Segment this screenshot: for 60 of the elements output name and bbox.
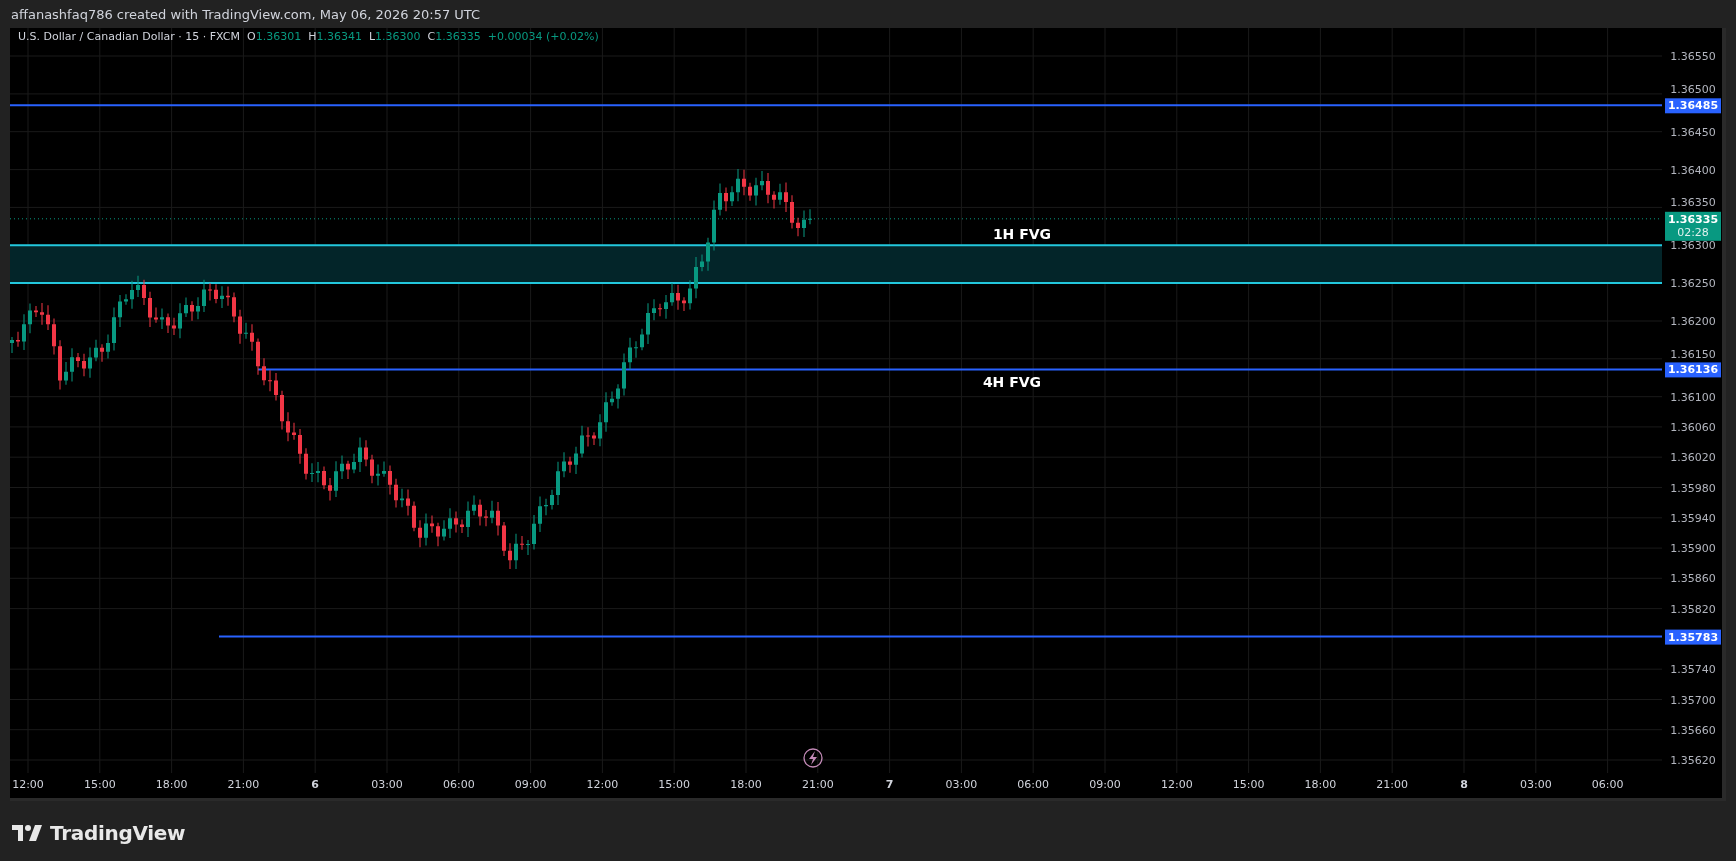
symbol-title: U.S. Dollar / Canadian Dollar · 15 · FXCM — [18, 30, 240, 43]
price-change: +0.00034 (+0.02%) — [487, 30, 599, 43]
time-tick-label: 21:00 — [1376, 778, 1409, 791]
ohlc-value: H1.36341 — [308, 30, 362, 43]
price-tick-label: 1.35980 — [1670, 481, 1716, 495]
price-tick-label: 1.36060 — [1670, 420, 1716, 434]
brand-name: TradingView — [50, 821, 186, 845]
price-tick-label: 1.36100 — [1670, 390, 1716, 404]
price-tick-label: 1.36400 — [1670, 163, 1716, 177]
time-tick-label: 09:00 — [1089, 778, 1121, 791]
price-tick-label: 1.35620 — [1670, 754, 1716, 767]
time-tick-label: 21:00 — [801, 778, 834, 791]
ohlc-value: O1.36301 — [246, 30, 302, 43]
price-tag: 1.36485 — [1665, 98, 1721, 114]
time-tick-label: 06:00 — [1017, 778, 1050, 791]
price-tick-label: 1.36200 — [1670, 315, 1716, 328]
time-tick-label: 03:00 — [945, 778, 978, 791]
ohlc-value: L1.36300 — [368, 30, 421, 43]
price-tick-label: 1.35740 — [1670, 663, 1716, 677]
price-tick-label: 1.35820 — [1670, 602, 1716, 616]
price-tick-label: 1.36300 — [1670, 239, 1716, 253]
time-tick-label: 8 — [1460, 778, 1468, 791]
price-tick-label: 1.36500 — [1670, 82, 1716, 96]
price-tag: 1.36136 — [1665, 362, 1721, 378]
price-tick-label: 1.35860 — [1670, 572, 1716, 586]
snapshot-caption: affanashfaq786 created with TradingView.com, May 06, 2026 20:57 UTC — [11, 6, 481, 22]
time-tick-label: 15:00 — [1232, 778, 1265, 791]
time-tick-label: 06:00 — [1591, 778, 1624, 791]
zone-label: 1H FVG — [992, 226, 1052, 243]
time-tick-label: 18:00 — [155, 778, 188, 791]
price-tick-label: 1.36350 — [1670, 196, 1716, 210]
line-label: 4H FVG — [982, 374, 1042, 391]
lightning-icon — [803, 748, 823, 768]
time-tick-label: 03:00 — [371, 778, 403, 791]
time-tick-label: 6 — [311, 778, 320, 791]
time-tick-label: 03:00 — [1519, 778, 1552, 791]
ohlc-value: C1.36335 — [427, 30, 481, 43]
price-tick-label: 1.36250 — [1670, 277, 1716, 291]
time-tick-label: 12:00 — [12, 778, 44, 791]
price-tick-label: 1.35660 — [1670, 723, 1716, 737]
price-tick-label: 1.36450 — [1670, 125, 1716, 139]
price-tick-label: 1.35700 — [1670, 693, 1716, 707]
price-tag: 1.35783 — [1665, 629, 1721, 645]
time-tick-label: 21:00 — [227, 778, 260, 791]
time-tick-label: 7 — [885, 778, 894, 791]
current-price-tag: 1.36335 02:28 — [1665, 211, 1721, 241]
time-tick-label: 18:00 — [1304, 778, 1337, 791]
logo-icon — [12, 825, 42, 841]
price-tick-label: 1.35900 — [1670, 542, 1716, 556]
time-tick-label: 18:00 — [730, 778, 762, 791]
price-tick-label: 1.36150 — [1670, 347, 1716, 361]
time-tick-label: 15:00 — [658, 778, 691, 791]
price-tick-label: 1.35940 — [1670, 511, 1716, 525]
price-tick-label: 1.36550 — [1670, 50, 1716, 63]
time-tick-label: 12:00 — [586, 778, 619, 791]
time-tick-label: 06:00 — [442, 778, 475, 791]
time-tick-label: 12:00 — [1160, 778, 1193, 791]
price-tick-label: 1.36020 — [1670, 451, 1716, 465]
time-tick-label: 15:00 — [83, 778, 116, 791]
time-tick-label: 09:00 — [514, 778, 547, 791]
